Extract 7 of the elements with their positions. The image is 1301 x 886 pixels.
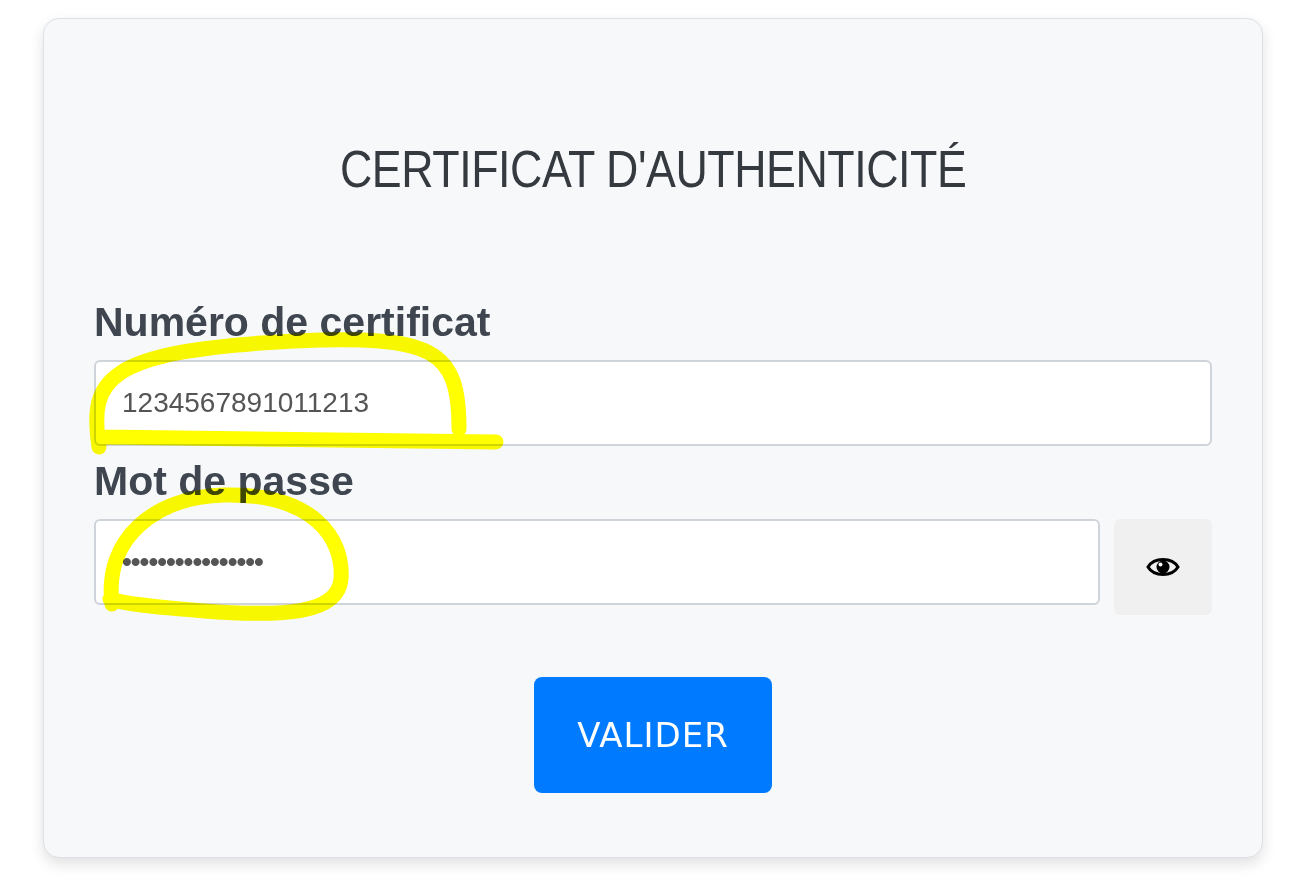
form-title: CERTIFICAT D'AUTHENTICITÉ	[339, 139, 967, 199]
input-field[interactable]: 1234567891011213	[94, 360, 1212, 446]
show-password-button[interactable]	[1114, 519, 1212, 615]
submit-button[interactable]: VALIDER	[534, 677, 772, 793]
field-label: Numéro de certificat	[94, 299, 491, 346]
password-field[interactable]: ••••••••••••••••	[94, 519, 1100, 605]
eye-icon	[1146, 556, 1180, 578]
